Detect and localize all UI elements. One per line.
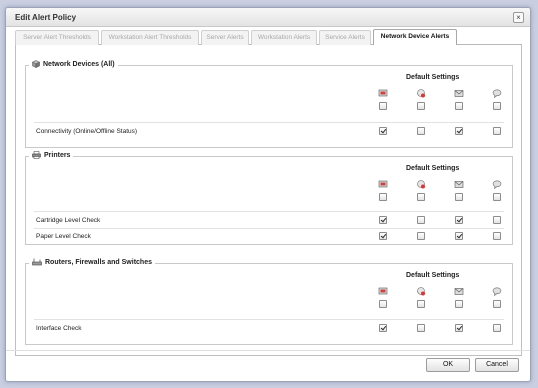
default-settings-label: Default Settings [406,74,460,81]
default-email-checkbox[interactable] [455,300,463,308]
section-network-devices: Network Devices (All) Default Settings C… [25,60,513,148]
paper-email-checkbox[interactable] [455,232,463,240]
section-header: Network Devices (All) [29,60,118,68]
section-title: Network Devices (All) [43,60,115,68]
default-settings-label: Default Settings [406,272,460,279]
default-sms-checkbox[interactable] [493,193,501,201]
cartridge-email-checkbox[interactable] [455,216,463,224]
section-title: Printers [44,151,71,159]
ticket-icon [378,180,388,189]
row-divider [34,228,504,229]
email-icon [454,89,464,98]
tab-strip: Server Alert Thresholds Workstation Aler… [15,29,522,45]
row-label-paper-level: Paper Level Check [36,233,91,240]
email-icon [454,180,464,189]
connectivity-alert-ticket-checkbox[interactable] [417,127,425,135]
email-icon [454,287,464,296]
row-divider [34,319,504,320]
cartridge-sms-checkbox[interactable] [493,216,501,224]
paper-sms-checkbox[interactable] [493,232,501,240]
interface-alert-ticket-checkbox[interactable] [417,324,425,332]
row-label-interface-check: Interface Check [36,325,82,332]
row-label-connectivity: Connectivity (Online/Offline Status) [36,128,138,135]
interface-email-checkbox[interactable] [455,324,463,332]
interface-ticket-checkbox[interactable] [379,324,387,332]
tab-workstation-alert-thresholds[interactable]: Workstation Alert Thresholds [101,30,199,45]
interface-sms-checkbox[interactable] [493,324,501,332]
connectivity-sms-checkbox[interactable] [493,127,501,135]
tab-service-alerts[interactable]: Service Alerts [319,30,371,45]
tab-workstation-alerts[interactable]: Workstation Alerts [251,30,317,45]
paper-alert-ticket-checkbox[interactable] [417,232,425,240]
row-divider [34,211,504,212]
default-sms-checkbox[interactable] [493,300,501,308]
default-email-checkbox[interactable] [455,102,463,110]
cartridge-ticket-checkbox[interactable] [379,216,387,224]
default-ticket-checkbox[interactable] [379,300,387,308]
cartridge-alert-ticket-checkbox[interactable] [417,216,425,224]
sms-icon [492,89,502,99]
dialog-title: Edit Alert Policy [15,13,77,22]
alert-ticket-icon [416,287,426,296]
paper-ticket-checkbox[interactable] [379,232,387,240]
ticket-icon [378,287,388,296]
tab-content-panel: Network Devices (All) Default Settings C… [15,45,522,356]
cancel-button[interactable]: Cancel [475,358,519,372]
alert-ticket-icon [416,180,426,189]
close-button[interactable]: × [513,12,524,23]
default-alert-ticket-checkbox[interactable] [417,193,425,201]
connectivity-ticket-checkbox[interactable] [379,127,387,135]
sms-icon [492,287,502,297]
section-header: Printers [29,151,74,159]
printer-icon [32,151,41,159]
default-settings-label: Default Settings [406,165,460,172]
default-sms-checkbox[interactable] [493,102,501,110]
edit-alert-policy-dialog: Edit Alert Policy × Server Alert Thresho… [5,7,531,382]
router-icon [32,258,42,266]
default-ticket-checkbox[interactable] [379,193,387,201]
connectivity-email-checkbox[interactable] [455,127,463,135]
tab-server-alert-thresholds[interactable]: Server Alert Thresholds [15,30,99,45]
section-header: Routers, Firewalls and Switches [29,258,155,266]
default-alert-ticket-checkbox[interactable] [417,300,425,308]
ticket-icon [378,89,388,98]
row-divider [34,122,504,123]
tab-server-alerts[interactable]: Server Alerts [201,30,249,45]
ok-button[interactable]: OK [426,358,470,372]
row-label-cartridge-level: Cartridge Level Check [36,217,101,224]
section-printers: Printers Default Settings Cartridge Leve… [25,151,513,245]
default-alert-ticket-checkbox[interactable] [417,102,425,110]
footer-divider [6,350,530,351]
alert-ticket-icon [416,89,426,98]
section-title: Routers, Firewalls and Switches [45,258,152,266]
default-ticket-checkbox[interactable] [379,102,387,110]
tab-network-device-alerts[interactable]: Network Device Alerts [373,29,457,45]
default-email-checkbox[interactable] [455,193,463,201]
sms-icon [492,180,502,190]
network-device-icon [32,60,40,68]
section-routers-firewalls-switches: Routers, Firewalls and Switches Default … [25,258,513,345]
dialog-titlebar[interactable]: Edit Alert Policy × [6,8,530,27]
